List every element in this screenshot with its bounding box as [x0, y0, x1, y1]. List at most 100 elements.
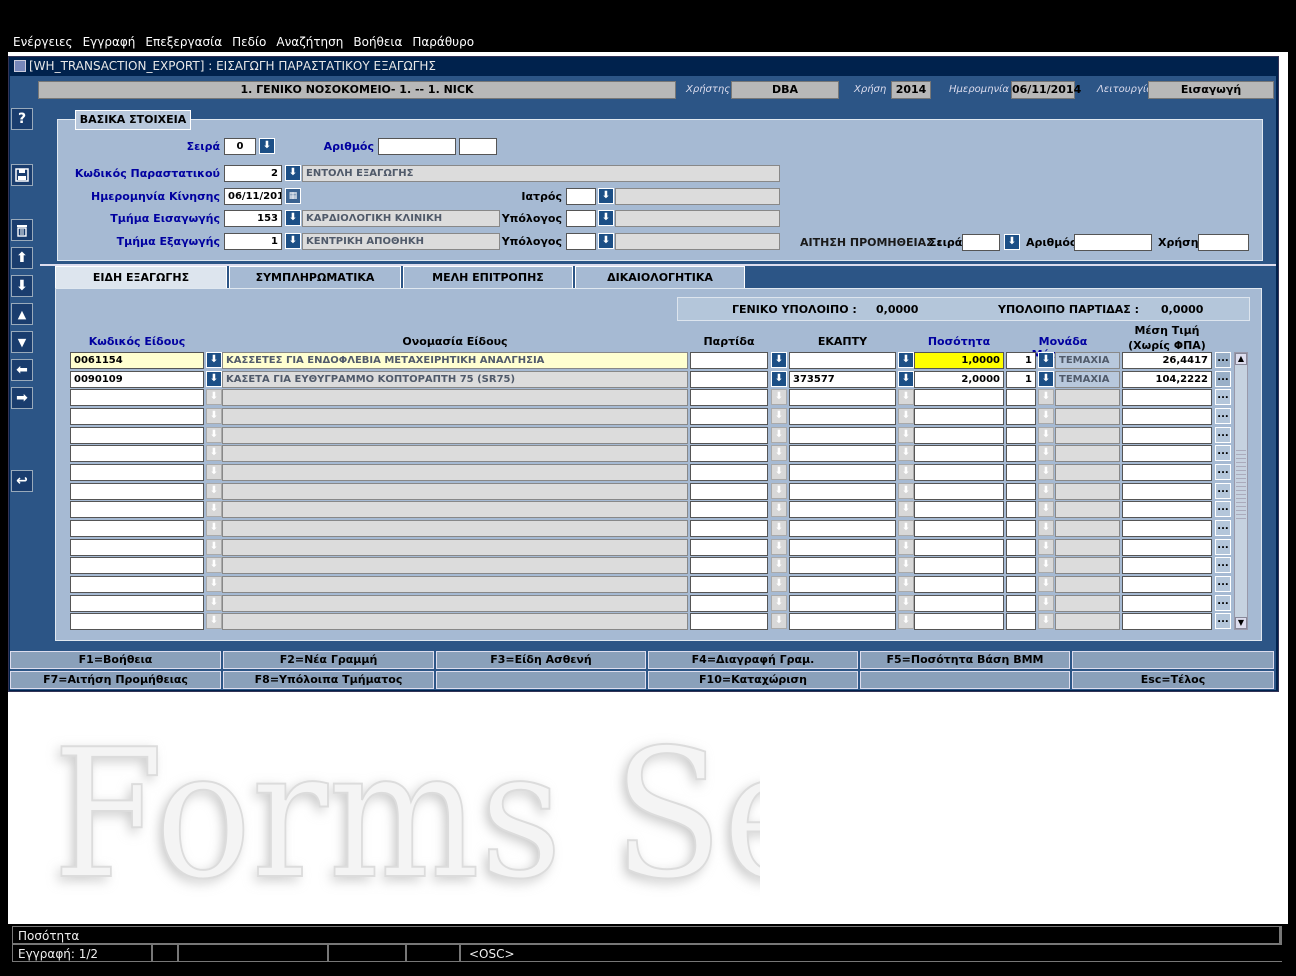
batch-cell[interactable] [690, 464, 768, 481]
unit-lov-button[interactable]: ⬇ [1038, 483, 1054, 499]
seira-lov-button[interactable]: ⬇ [259, 138, 275, 154]
unit-code-cell[interactable] [1006, 427, 1036, 444]
responsible-1-code-field[interactable] [566, 210, 596, 227]
unit-code-cell[interactable]: 1 [1006, 371, 1036, 388]
batch-lov-button[interactable]: ⬇ [771, 613, 787, 629]
item-code-cell[interactable] [70, 408, 204, 425]
unit-code-cell[interactable]: 1 [1006, 352, 1036, 369]
request-seira-field[interactable] [962, 234, 1000, 251]
unit-lov-button[interactable]: ⬇ [1038, 539, 1054, 555]
unit-code-cell[interactable] [1006, 557, 1036, 574]
unit-lov-button[interactable]: ⬇ [1038, 557, 1054, 573]
unit-lov-button[interactable]: ⬇ [1038, 352, 1054, 368]
row-details-button[interactable]: ... [1215, 408, 1231, 424]
tab-committee-members[interactable]: ΜΕΛΗ ΕΠΙΤΡΟΠΗΣ [403, 266, 573, 288]
batch-lov-button[interactable]: ⬇ [771, 595, 787, 611]
item-code-lov-button[interactable]: ⬇ [206, 389, 222, 405]
quantity-cell[interactable] [914, 483, 1004, 500]
batch-lov-button[interactable]: ⬇ [771, 371, 787, 387]
unit-lov-button[interactable]: ⬇ [1038, 389, 1054, 405]
ekapty-lov-button[interactable]: ⬇ [898, 408, 914, 424]
ekapty-cell[interactable] [789, 464, 896, 481]
row-details-button[interactable]: ... [1215, 352, 1231, 368]
unit-lov-button[interactable]: ⬇ [1038, 613, 1054, 629]
menu-edit[interactable]: Επεξεργασία [140, 32, 227, 49]
batch-lov-button[interactable]: ⬇ [771, 501, 787, 517]
help-button[interactable]: ? [11, 108, 33, 130]
item-code-cell[interactable] [70, 445, 204, 462]
unit-code-cell[interactable] [1006, 595, 1036, 612]
scroll-thumb[interactable] [1236, 450, 1246, 520]
unit-lov-button[interactable]: ⬇ [1038, 427, 1054, 443]
ekapty-cell[interactable] [789, 539, 896, 556]
request-seira-lov-button[interactable]: ⬇ [1004, 234, 1020, 250]
item-code-cell[interactable] [70, 427, 204, 444]
ekapty-lov-button[interactable]: ⬇ [898, 613, 914, 629]
responsible-1-lov-button[interactable]: ⬇ [598, 210, 614, 226]
quantity-cell[interactable] [914, 557, 1004, 574]
menu-actions[interactable]: Ενέργειες [8, 32, 78, 49]
batch-cell[interactable] [690, 576, 768, 593]
fkey-f3-button[interactable]: F3=Είδη Ασθενή [436, 651, 646, 669]
item-code-cell[interactable] [70, 595, 204, 612]
batch-lov-button[interactable]: ⬇ [771, 576, 787, 592]
item-code-cell[interactable] [70, 557, 204, 574]
first-record-button[interactable]: ⬆ [11, 247, 33, 269]
item-code-lov-button[interactable]: ⬇ [206, 501, 222, 517]
item-code-cell[interactable] [70, 483, 204, 500]
batch-lov-button[interactable]: ⬇ [771, 408, 787, 424]
item-code-lov-button[interactable]: ⬇ [206, 352, 222, 368]
exit-button[interactable]: ↩ [11, 470, 33, 492]
export-dept-code-field[interactable]: 1 [224, 233, 282, 250]
batch-cell[interactable] [690, 595, 768, 612]
batch-cell[interactable] [690, 371, 768, 388]
fkey-f10-button[interactable]: F10=Καταχώριση [648, 671, 858, 689]
unit-lov-button[interactable]: ⬇ [1038, 520, 1054, 536]
batch-lov-button[interactable]: ⬇ [771, 483, 787, 499]
ekapty-lov-button[interactable]: ⬇ [898, 352, 914, 368]
row-details-button[interactable]: ... [1215, 576, 1231, 592]
import-dept-lov-button[interactable]: ⬇ [285, 210, 301, 226]
doc-code-lov-button[interactable]: ⬇ [285, 165, 301, 181]
seira-field[interactable]: 0 [224, 138, 256, 155]
batch-lov-button[interactable]: ⬇ [771, 445, 787, 461]
tab-documents[interactable]: ΔΙΚΑΙΟΛΟΓΗΤΙΚΑ [575, 266, 745, 288]
fkey-f8-button[interactable]: F8=Υπόλοιπα Τμήματος [223, 671, 434, 689]
batch-lov-button[interactable]: ⬇ [771, 520, 787, 536]
export-dept-lov-button[interactable]: ⬇ [285, 233, 301, 249]
ekapty-cell[interactable]: 373577 [789, 371, 896, 388]
item-code-lov-button[interactable]: ⬇ [206, 445, 222, 461]
item-code-lov-button[interactable]: ⬇ [206, 613, 222, 629]
item-code-cell[interactable] [70, 539, 204, 556]
item-code-lov-button[interactable]: ⬇ [206, 464, 222, 480]
unit-code-cell[interactable] [1006, 520, 1036, 537]
item-code-cell[interactable] [70, 464, 204, 481]
quantity-cell[interactable] [914, 501, 1004, 518]
ekapty-cell[interactable] [789, 408, 896, 425]
responsible-2-lov-button[interactable]: ⬇ [598, 233, 614, 249]
batch-lov-button[interactable]: ⬇ [771, 539, 787, 555]
batch-cell[interactable] [690, 501, 768, 518]
arithmos-field[interactable] [378, 138, 456, 155]
row-details-button[interactable]: ... [1215, 501, 1231, 517]
row-details-button[interactable]: ... [1215, 539, 1231, 555]
batch-lov-button[interactable]: ⬇ [771, 427, 787, 443]
fkey-f5-button[interactable]: F5=Ποσότητα Βάση ΒΜΜ [860, 651, 1070, 669]
ekapty-lov-button[interactable]: ⬇ [898, 464, 914, 480]
item-code-cell[interactable] [70, 501, 204, 518]
ekapty-lov-button[interactable]: ⬇ [898, 389, 914, 405]
ekapty-lov-button[interactable]: ⬇ [898, 557, 914, 573]
batch-lov-button[interactable]: ⬇ [771, 557, 787, 573]
doc-code-field[interactable]: 2 [224, 165, 282, 182]
batch-lov-button[interactable]: ⬇ [771, 464, 787, 480]
row-details-button[interactable]: ... [1215, 389, 1231, 405]
scroll-up-button[interactable]: ▲ [1235, 353, 1247, 365]
unit-lov-button[interactable]: ⬇ [1038, 501, 1054, 517]
fkey-f1-button[interactable]: F1=Βοήθεια [10, 651, 221, 669]
item-code-lov-button[interactable]: ⬇ [206, 483, 222, 499]
menu-window[interactable]: Παράθυρο [407, 32, 479, 49]
ekapty-cell[interactable] [789, 595, 896, 612]
batch-cell[interactable] [690, 539, 768, 556]
batch-cell[interactable] [690, 445, 768, 462]
menu-record[interactable]: Εγγραφή [78, 32, 141, 49]
